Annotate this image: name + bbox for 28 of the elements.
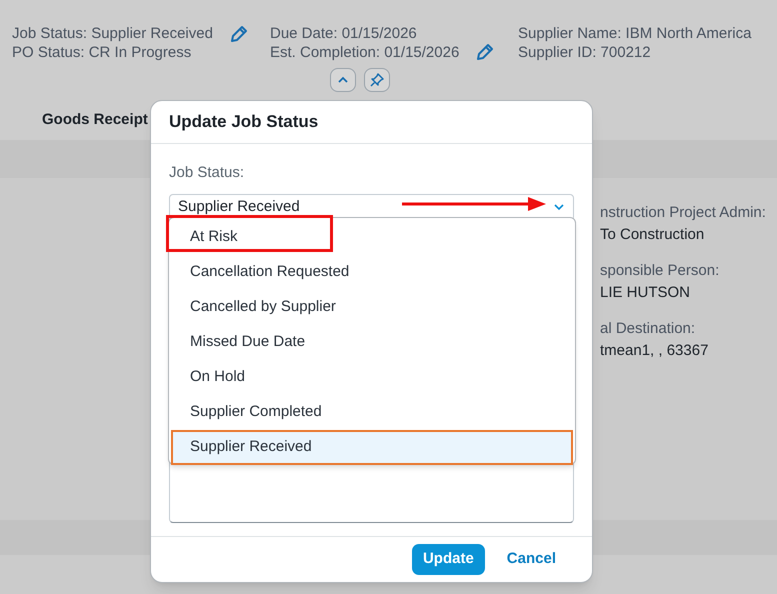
tab[interactable]: Goods Receipt <box>42 108 148 132</box>
dialog-title: Update Job Status <box>169 111 318 134</box>
detail-value: To Construction <box>600 225 706 245</box>
pin-button[interactable] <box>364 68 390 92</box>
header-field: PO Status: CR In Progress <box>12 43 213 62</box>
header-field: Due Date: 01/15/2026 <box>270 24 460 43</box>
collapse-button[interactable] <box>330 68 356 92</box>
dropdown-option[interactable]: Cancellation Requested <box>171 255 573 290</box>
dropdown-option[interactable]: Supplier Completed <box>171 395 573 430</box>
dropdown-option[interactable]: Cancelled by Supplier <box>171 290 573 325</box>
pencil-icon[interactable] <box>475 42 496 62</box>
cancel-button[interactable]: Cancel <box>494 544 568 575</box>
header-field: Supplier Name: IBM North America <box>518 24 752 43</box>
field-label: Job Status: <box>169 163 246 183</box>
detail-label: al Destination: <box>600 319 696 339</box>
header-field: Job Status: Supplier Received <box>12 24 213 43</box>
dropdown-option[interactable]: On Hold <box>171 360 573 395</box>
pin-icon <box>370 73 384 87</box>
dropdown-option[interactable]: At Risk <box>171 220 573 255</box>
header-field: Est. Completion: 01/15/2026 <box>270 43 460 62</box>
header-field: Supplier ID: 700212 <box>518 43 752 62</box>
detail-value: LIE HUTSON <box>600 283 692 303</box>
dropdown-option[interactable]: Supplier Received <box>171 430 573 465</box>
pencil-icon[interactable] <box>228 24 249 44</box>
dropdown-option[interactable]: Missed Due Date <box>171 325 573 360</box>
detail-value: tmean1, , 63367 <box>600 341 710 361</box>
detail-label: sponsible Person: <box>600 261 720 281</box>
detail-label: nstruction Project Admin: <box>600 203 767 223</box>
